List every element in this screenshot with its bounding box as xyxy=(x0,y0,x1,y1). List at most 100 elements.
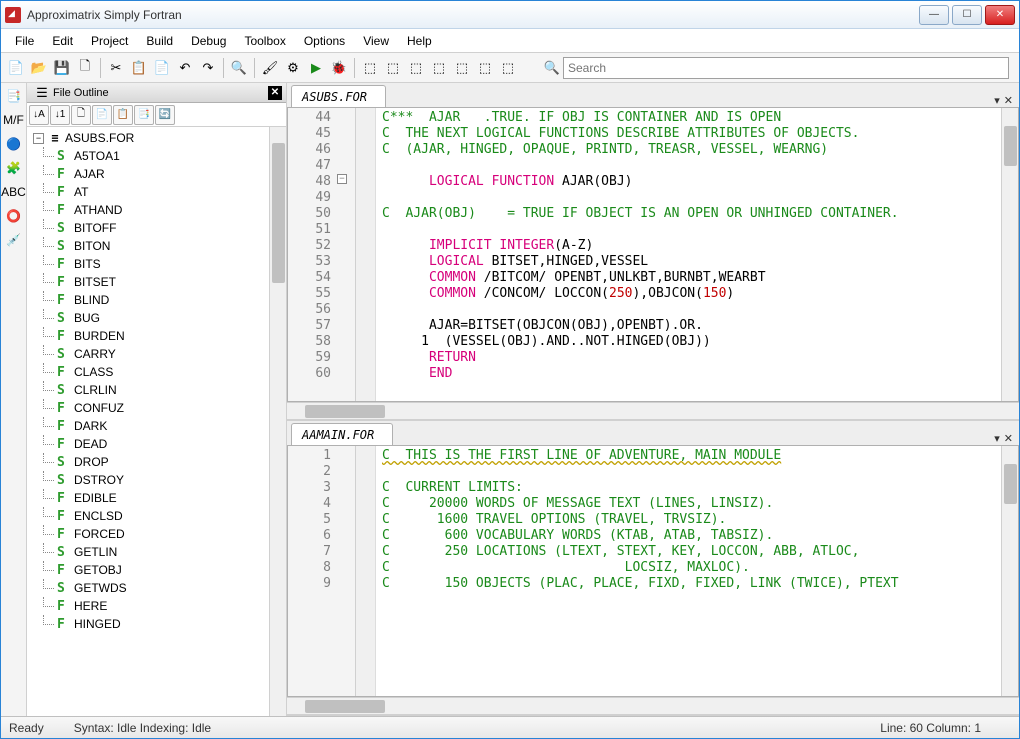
toolbar-button[interactable]: 🔍 xyxy=(228,57,250,79)
vertical-scrollbar[interactable] xyxy=(1001,108,1018,401)
toolbar-button[interactable]: ⬚ xyxy=(405,57,427,79)
tree-item[interactable]: FAJAR xyxy=(29,165,284,183)
menu-toolbox[interactable]: Toolbox xyxy=(236,31,293,51)
toolbar-button[interactable]: ↷ xyxy=(197,57,219,79)
tree-item[interactable]: SA5TOA1 xyxy=(29,147,284,165)
tree-item[interactable]: FAT xyxy=(29,183,284,201)
menu-file[interactable]: File xyxy=(7,31,42,51)
menu-debug[interactable]: Debug xyxy=(183,31,234,51)
outline-tool-button[interactable]: 📋 xyxy=(113,105,133,125)
app-icon xyxy=(5,7,21,23)
toolbar-button[interactable]: ▶ xyxy=(305,57,327,79)
tree-item[interactable]: FBITSET xyxy=(29,273,284,291)
tree-item[interactable]: FGETOBJ xyxy=(29,561,284,579)
toolbar-button[interactable]: 📄 xyxy=(5,57,27,79)
outline-tool-button[interactable]: 📑 xyxy=(134,105,154,125)
root-filename: ASUBS.FOR xyxy=(65,131,134,145)
tab-close-icon[interactable]: ✕ xyxy=(1004,432,1013,445)
toolbar-button[interactable]: ⬚ xyxy=(474,57,496,79)
panel-menu-icon[interactable]: ☰ xyxy=(31,83,53,104)
tree-item[interactable]: SDROP xyxy=(29,453,284,471)
menu-build[interactable]: Build xyxy=(138,31,181,51)
tree-item[interactable]: FDEAD xyxy=(29,435,284,453)
maximize-button[interactable]: ☐ xyxy=(952,5,982,25)
tree-item[interactable]: SBITOFF xyxy=(29,219,284,237)
sidebar-icon[interactable]: 📑 xyxy=(5,87,23,105)
outline-tool-button[interactable]: 📄 xyxy=(92,105,112,125)
tab-close-icon[interactable]: ✕ xyxy=(1004,94,1013,107)
menu-project[interactable]: Project xyxy=(83,31,136,51)
tree-item[interactable]: FHINGED xyxy=(29,615,284,633)
main-toolbar: 📄📂💾🗋✂📋📄↶↷🔍🖌⚙▶🐞⬚⬚⬚⬚⬚⬚⬚ 🔍 xyxy=(1,53,1019,83)
tree-root[interactable]: − ≡ ASUBS.FOR xyxy=(29,129,284,147)
tree-item[interactable]: SCLRLIN xyxy=(29,381,284,399)
toolbar-button[interactable]: ⬚ xyxy=(428,57,450,79)
tree-item[interactable]: FBITS xyxy=(29,255,284,273)
tree-scrollbar[interactable] xyxy=(269,127,286,716)
symbol-name: CARRY xyxy=(74,347,116,361)
search-input[interactable] xyxy=(563,57,1009,79)
outline-tool-button[interactable]: 🔄 xyxy=(155,105,175,125)
outline-tool-button[interactable]: ↓1 xyxy=(50,105,70,125)
tree-item[interactable]: FFORCED xyxy=(29,525,284,543)
sidebar-icon[interactable]: 💉 xyxy=(5,231,23,249)
toolbar-button[interactable]: ⬚ xyxy=(359,57,381,79)
sidebar-icon[interactable]: ⭕ xyxy=(5,207,23,225)
sidebar-icon[interactable]: 🔵 xyxy=(5,135,23,153)
code-editor[interactable]: C THIS IS THE FIRST LINE OF ADVENTURE, M… xyxy=(356,446,1001,696)
outline-tree[interactable]: − ≡ ASUBS.FOR SA5TOA1FAJARFATFATHANDSBIT… xyxy=(27,127,286,716)
toolbar-button[interactable]: ⬚ xyxy=(497,57,519,79)
horizontal-scrollbar[interactable] xyxy=(287,402,1019,419)
tree-item[interactable]: FHERE xyxy=(29,597,284,615)
toolbar-button[interactable]: 🗋 xyxy=(74,57,96,79)
function-icon: F xyxy=(57,293,71,308)
toolbar-button[interactable]: ⚙ xyxy=(282,57,304,79)
toolbar-button[interactable]: ⬚ xyxy=(451,57,473,79)
tree-item[interactable]: SGETWDS xyxy=(29,579,284,597)
tree-item[interactable]: FCLASS xyxy=(29,363,284,381)
sidebar-icon[interactable]: ABC xyxy=(5,183,23,201)
close-button[interactable]: ✕ xyxy=(985,5,1015,25)
toolbar-button[interactable]: ✂ xyxy=(105,57,127,79)
minimize-button[interactable]: — xyxy=(919,5,949,25)
tree-item[interactable]: SCARRY xyxy=(29,345,284,363)
tree-item[interactable]: SDSTROY xyxy=(29,471,284,489)
editor-tab[interactable]: ASUBS.FOR xyxy=(291,85,386,107)
sidebar-icon[interactable]: 🧩 xyxy=(5,159,23,177)
tab-dropdown-icon[interactable]: ▾ xyxy=(994,94,1000,107)
code-editor[interactable]: C*** AJAR .TRUE. IF OBJ IS CONTAINER AND… xyxy=(356,108,1001,401)
toolbar-button[interactable]: 📄 xyxy=(151,57,173,79)
tree-item[interactable]: FDARK xyxy=(29,417,284,435)
horizontal-scrollbar[interactable] xyxy=(287,697,1019,714)
toolbar-button[interactable]: ⬚ xyxy=(382,57,404,79)
vertical-scrollbar[interactable] xyxy=(1001,446,1018,696)
toolbar-button[interactable]: 🖌 xyxy=(259,57,281,79)
editor-tab[interactable]: AAMAIN.FOR xyxy=(291,423,393,445)
toolbar-button[interactable]: 🐞 xyxy=(328,57,350,79)
toolbar-button[interactable]: 💾 xyxy=(51,57,73,79)
tree-item[interactable]: FEDIBLE xyxy=(29,489,284,507)
tree-item[interactable]: FENCLSD xyxy=(29,507,284,525)
menu-help[interactable]: Help xyxy=(399,31,440,51)
sidebar-icon[interactable]: M/F xyxy=(5,111,23,129)
tree-item[interactable]: SBUG xyxy=(29,309,284,327)
menu-edit[interactable]: Edit xyxy=(44,31,81,51)
tree-item[interactable]: SGETLIN xyxy=(29,543,284,561)
symbol-name: CONFUZ xyxy=(74,401,124,415)
tree-item[interactable]: SBITON xyxy=(29,237,284,255)
menu-options[interactable]: Options xyxy=(296,31,353,51)
outline-tool-button[interactable]: 🗋 xyxy=(71,105,91,125)
toolbar-button[interactable]: ↶ xyxy=(174,57,196,79)
tree-item[interactable]: FATHAND xyxy=(29,201,284,219)
tree-item[interactable]: FBLIND xyxy=(29,291,284,309)
outline-tool-button[interactable]: ↓A xyxy=(29,105,49,125)
menu-view[interactable]: View xyxy=(355,31,397,51)
expander-icon[interactable]: − xyxy=(33,133,44,144)
toolbar-button[interactable]: 📋 xyxy=(128,57,150,79)
tab-dropdown-icon[interactable]: ▾ xyxy=(994,432,1000,445)
panel-close-button[interactable]: ✕ xyxy=(268,86,282,100)
tree-item[interactable]: FCONFUZ xyxy=(29,399,284,417)
tree-item[interactable]: FBURDEN xyxy=(29,327,284,345)
toolbar-button[interactable]: 📂 xyxy=(28,57,50,79)
fold-marker-icon[interactable]: − xyxy=(337,174,347,184)
